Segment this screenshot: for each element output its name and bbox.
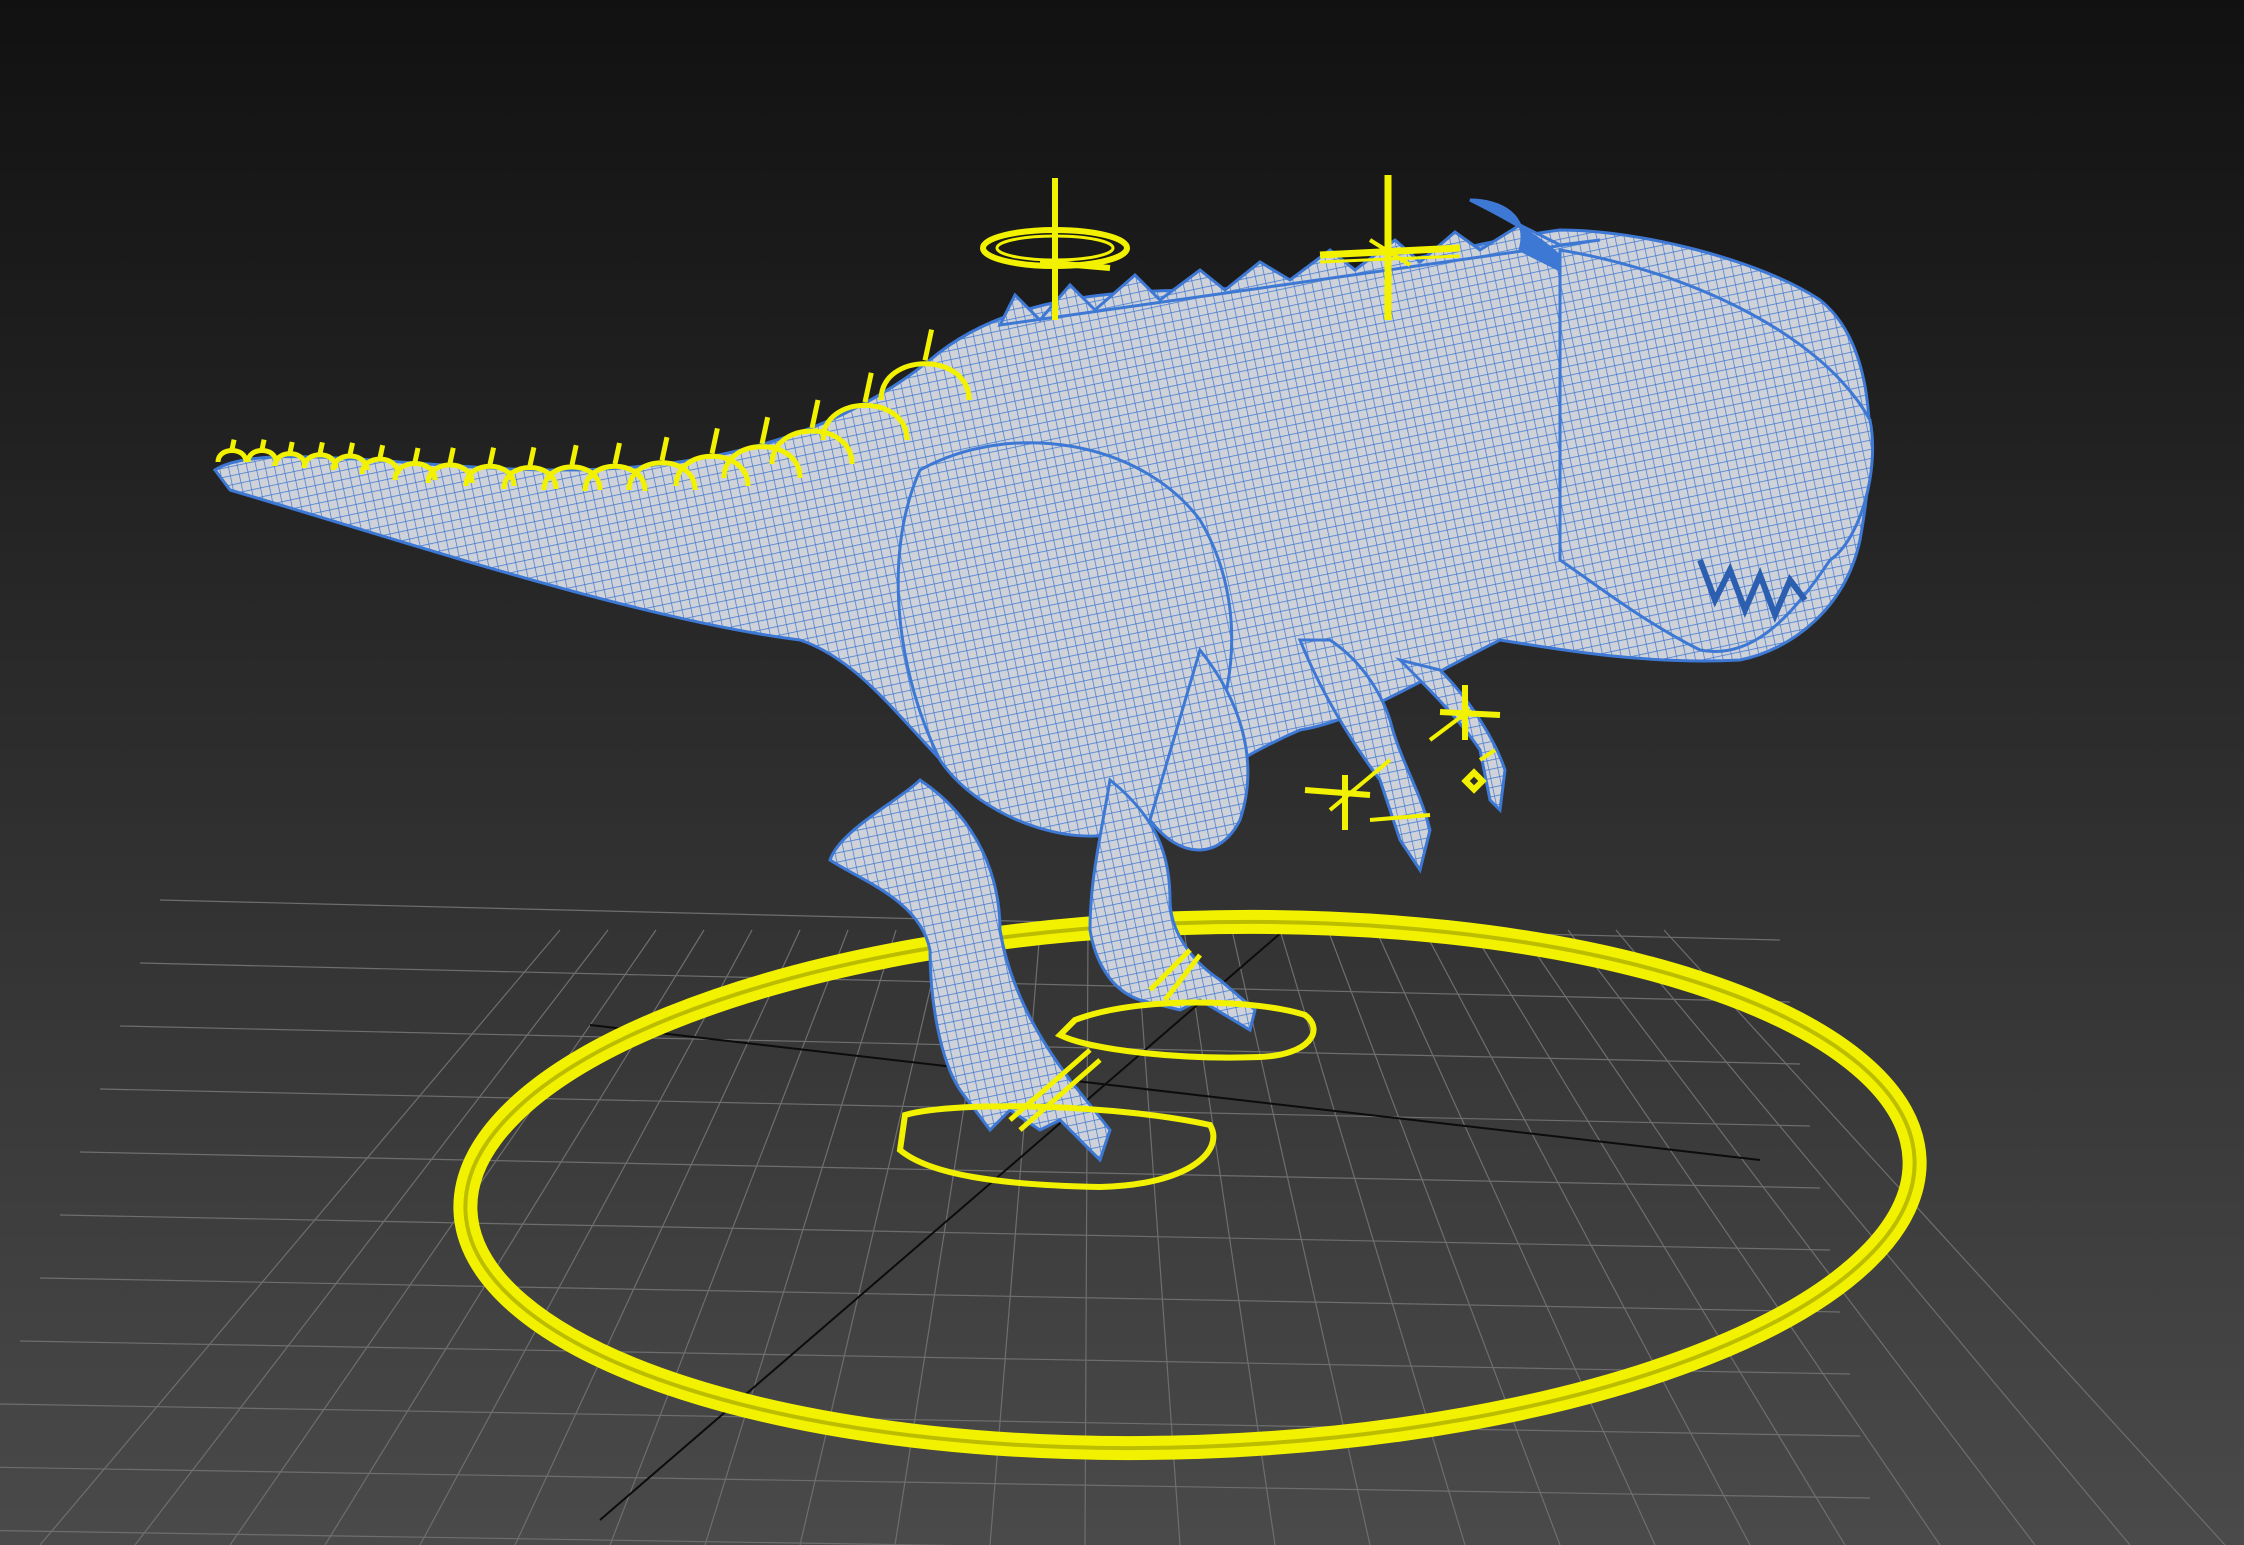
perspective-viewport[interactable]: [0, 0, 2244, 1545]
creature-dinosaur-mesh[interactable]: [0, 0, 2244, 1545]
